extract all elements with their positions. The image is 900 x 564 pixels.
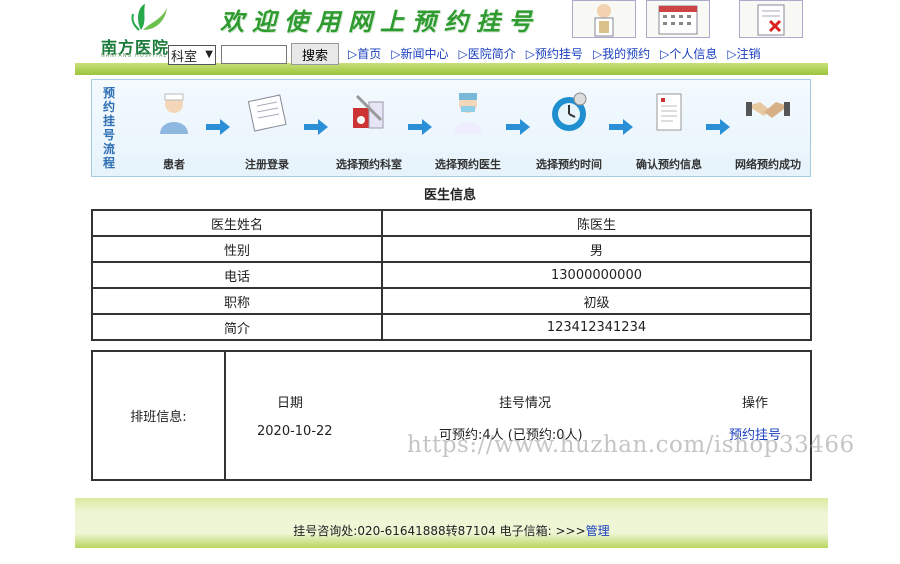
process-title: 预约挂号流程 bbox=[103, 86, 116, 170]
schedule-header-date: 日期 bbox=[277, 396, 304, 411]
process-step-label: 确认预约信息 bbox=[636, 158, 702, 171]
info-label: 医生姓名 bbox=[91, 209, 383, 237]
nav-link-home[interactable]: ▷首页 bbox=[348, 47, 381, 61]
watermark-text: https://www.huzhan.com/ishop33466 bbox=[407, 432, 855, 458]
process-step-label: 患者 bbox=[163, 158, 185, 171]
document-icon bbox=[656, 93, 682, 131]
table-row: 职称 初级 bbox=[91, 287, 812, 315]
process-step-label: 选择预约医生 bbox=[435, 158, 501, 171]
schedule-label: 排班信息: bbox=[93, 352, 226, 479]
footer-text: 挂号咨询处:020-61641888转87104 电子信箱: >>>管理 bbox=[75, 522, 828, 539]
process-step-label: 注册登录 bbox=[245, 158, 289, 171]
arrow-right-icon bbox=[506, 119, 530, 135]
info-value: 13000000000 bbox=[381, 261, 812, 289]
nav-link-profile[interactable]: ▷个人信息 bbox=[660, 47, 717, 61]
nav-link-register[interactable]: ▷预约挂号 bbox=[526, 47, 583, 61]
nav-link-my-appointments[interactable]: ▷我的预约 bbox=[593, 47, 650, 61]
schedule-panel: 排班信息: 日期 挂号情况 操作 2020-10-22 可预约:4人 (已预约:… bbox=[91, 350, 812, 481]
page-footer: 挂号咨询处:020-61641888转87104 电子信箱: >>>管理 bbox=[75, 498, 828, 548]
patient-icon bbox=[160, 93, 188, 134]
registration-process-panel: 预约挂号流程 患者 注册登录 选择预约科室 选择预约医生 选择预约时间 确认预约… bbox=[91, 79, 811, 177]
section-title: 医生信息 bbox=[423, 188, 476, 203]
doctor-icon bbox=[454, 93, 482, 134]
process-step-confirm: 确认预约信息 bbox=[636, 90, 702, 172]
process-step-department: 选择预约科室 bbox=[336, 90, 402, 172]
nav-bar: 科室 ▼ 搜索 ▷首页 ▷新闻中心 ▷医院简介 ▷预约挂号 ▷我的预约 ▷个人信息 ▷注销 bbox=[75, 41, 828, 75]
clock-icon bbox=[552, 92, 587, 131]
table-row: 简介 123412341234 bbox=[91, 313, 812, 341]
schedule-header-action: 操作 bbox=[742, 396, 769, 411]
info-value: 初级 bbox=[381, 287, 812, 315]
process-step-patient: 患者 bbox=[152, 90, 196, 172]
process-step-label: 选择预约时间 bbox=[536, 158, 602, 171]
table-row: 性别男 bbox=[91, 235, 812, 263]
info-label: 电话 bbox=[91, 261, 383, 289]
calendar-icon bbox=[646, 0, 710, 38]
process-step-success: 网络预约成功 bbox=[735, 90, 801, 172]
nav-link-logout[interactable]: ▷注销 bbox=[727, 47, 760, 61]
nav-link-news[interactable]: ▷新闻中心 bbox=[391, 47, 448, 61]
info-value: 陈医生 bbox=[381, 209, 812, 237]
admin-link[interactable]: 管理 bbox=[586, 524, 610, 538]
search-input[interactable] bbox=[221, 45, 287, 64]
doctor-info-table: 医生姓名 陈医生 性别男 电话 13000000000 职称 初级 简介 1234123… bbox=[91, 209, 812, 341]
footer-contact: 挂号咨询处:020-61641888转87104 电子信箱: >>> bbox=[293, 524, 586, 538]
info-value: 男 bbox=[381, 235, 812, 263]
nav-links: ▷首页 ▷新闻中心 ▷医院简介 ▷预约挂号 ▷我的预约 ▷个人信息 ▷注销 bbox=[348, 45, 761, 62]
schedule-date: 2020-10-22 bbox=[257, 424, 333, 439]
arrow-right-icon bbox=[706, 119, 730, 135]
info-label: 性别 bbox=[91, 235, 383, 263]
process-step-login: 注册登录 bbox=[245, 90, 289, 172]
handshake-icon bbox=[746, 102, 790, 118]
department-select-value: 科室 bbox=[171, 50, 198, 65]
schedule-header-status: 挂号情况 bbox=[499, 396, 552, 411]
doctor-clipboard-icon bbox=[572, 0, 636, 38]
search-button[interactable]: 搜索 bbox=[291, 43, 339, 65]
welcome-banner: 欢迎使用网上预约挂号 bbox=[220, 7, 540, 36]
register-form-icon bbox=[247, 94, 287, 132]
process-step-doctor: 选择预约医生 bbox=[435, 90, 501, 172]
table-row: 电话 13000000000 bbox=[91, 261, 812, 289]
info-value: 123412341234 bbox=[381, 313, 812, 341]
process-step-label: 网络预约成功 bbox=[735, 158, 801, 171]
arrow-right-icon bbox=[408, 119, 432, 135]
medicine-icon bbox=[353, 94, 384, 129]
arrow-right-icon bbox=[609, 119, 633, 135]
info-label: 职称 bbox=[91, 287, 383, 315]
department-select[interactable]: 科室 ▼ bbox=[168, 45, 216, 65]
chevron-down-icon: ▼ bbox=[205, 49, 213, 60]
process-step-label: 选择预约科室 bbox=[336, 158, 402, 171]
table-row: 医生姓名 陈医生 bbox=[91, 209, 812, 237]
arrow-right-icon bbox=[304, 119, 328, 135]
arrow-right-icon bbox=[206, 119, 230, 135]
process-step-time: 选择预约时间 bbox=[536, 90, 602, 172]
info-label: 简介 bbox=[91, 313, 383, 341]
nav-link-about[interactable]: ▷医院简介 bbox=[458, 47, 515, 61]
form-cancel-icon bbox=[739, 0, 803, 38]
